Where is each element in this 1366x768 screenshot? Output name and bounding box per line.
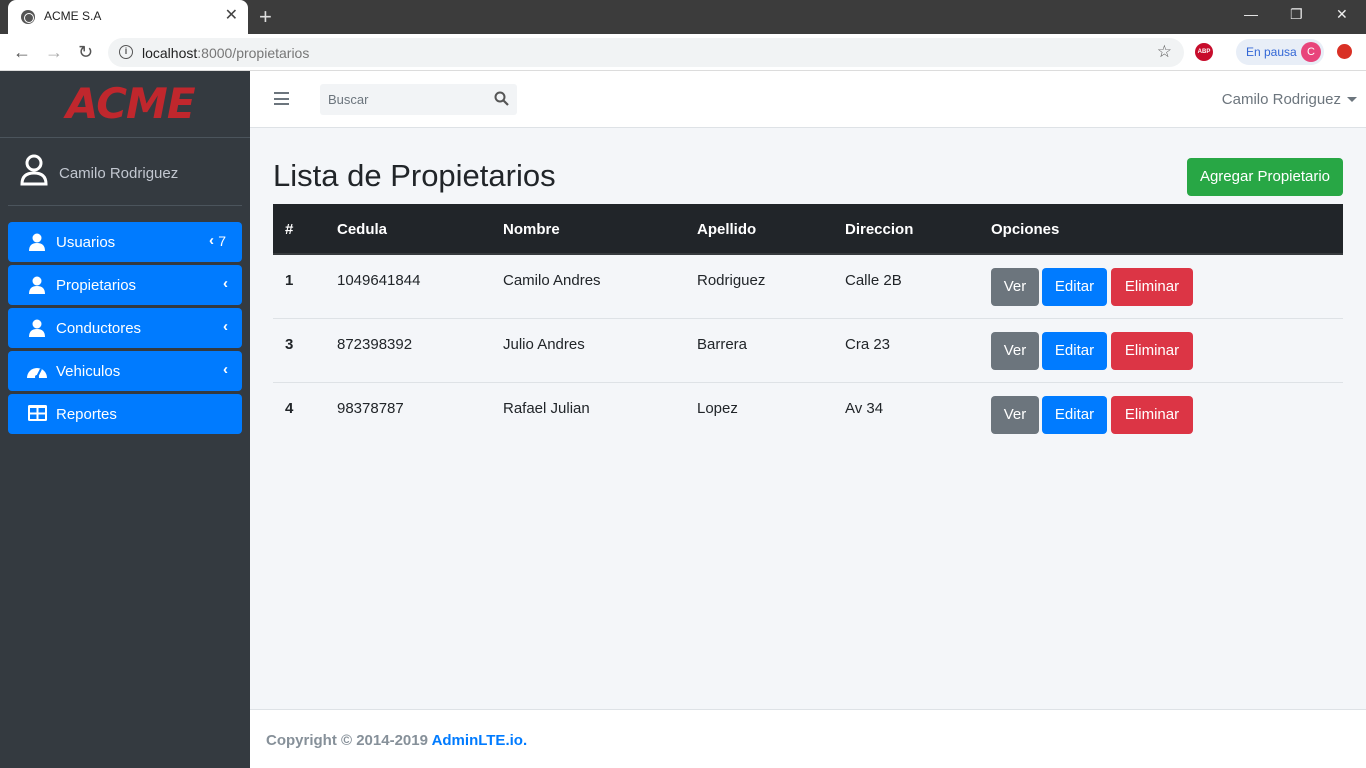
owners-table: # Cedula Nombre Apellido Direccion Opcio… bbox=[273, 204, 1343, 447]
tachometer-icon bbox=[27, 368, 47, 379]
restore-icon[interactable]: ❐ bbox=[1290, 6, 1303, 23]
search-icon[interactable] bbox=[494, 91, 509, 106]
browser-toolbar: ← → ↻ i localhost:8000/propietarios ☆ bbox=[0, 34, 1366, 71]
user-panel[interactable]: Camilo Rodriguez bbox=[8, 139, 242, 206]
chevron-left-icon: ‹ bbox=[223, 361, 228, 378]
sidebar-item-conductores[interactable]: Conductores ‹ bbox=[8, 308, 242, 348]
cell-id: 3 bbox=[285, 336, 294, 353]
column-header: Apellido bbox=[697, 221, 757, 238]
sidebar-item-usuarios[interactable]: Usuarios ‹ 7 bbox=[8, 222, 242, 262]
window-close-icon[interactable]: ✕ bbox=[1336, 6, 1348, 23]
sidebar-item-label: Vehiculos bbox=[56, 363, 121, 380]
footer-link[interactable]: AdminLTE.io. bbox=[432, 732, 528, 749]
cell-id: 1 bbox=[285, 272, 294, 289]
menu-toggle-icon[interactable] bbox=[274, 92, 289, 105]
tab-title: ACME S.A bbox=[44, 9, 102, 23]
sidebar: ACME Camilo Rodriguez Usuarios ‹ 7 Propi… bbox=[0, 71, 250, 768]
sidebar-item-label: Propietarios bbox=[56, 277, 137, 294]
user-outline-icon bbox=[20, 154, 48, 186]
cell-direccion: Cra 23 bbox=[845, 336, 891, 353]
cell-apellido: Lopez bbox=[697, 400, 738, 417]
profile-button[interactable]: En pausa C bbox=[1236, 39, 1324, 65]
edit-button[interactable]: Editar bbox=[1042, 268, 1107, 306]
sidebar-item-label: Usuarios bbox=[56, 234, 116, 251]
view-button[interactable]: Ver bbox=[991, 268, 1039, 306]
browser-tab-strip: ACME S.A ✕ + — ❐ ✕ bbox=[0, 0, 1366, 34]
table-row: 3 872398392 Julio Andres Barrera Cra 23 … bbox=[273, 319, 1343, 383]
cell-id: 4 bbox=[285, 400, 294, 417]
add-owner-button[interactable]: Agregar Propietario bbox=[1187, 158, 1343, 196]
cell-direccion: Calle 2B bbox=[845, 272, 902, 289]
sidebar-item-propietarios[interactable]: Propietarios ‹ bbox=[8, 265, 242, 305]
cell-nombre: Rafael Julian bbox=[503, 400, 590, 417]
brand-logo: ACME bbox=[66, 79, 196, 128]
browser-tab[interactable]: ACME S.A ✕ bbox=[8, 0, 248, 34]
cell-apellido: Barrera bbox=[697, 336, 748, 353]
search-input[interactable]: Buscar bbox=[320, 84, 517, 115]
table-icon bbox=[28, 405, 47, 421]
chevron-left-icon: ‹ bbox=[223, 275, 228, 292]
edit-button[interactable]: Editar bbox=[1042, 396, 1107, 434]
minimize-icon[interactable]: — bbox=[1244, 6, 1258, 22]
sidebar-item-label: Conductores bbox=[56, 320, 142, 337]
footer-text: Copyright © 2014-2019 AdminLTE.io. bbox=[266, 732, 527, 749]
profile-status: En pausa bbox=[1246, 45, 1297, 59]
view-button[interactable]: Ver bbox=[991, 332, 1039, 370]
brand-link[interactable]: ACME bbox=[0, 71, 250, 138]
cell-nombre: Camilo Andres bbox=[503, 272, 601, 289]
column-header: Direccion bbox=[845, 221, 914, 238]
footer: Copyright © 2014-2019 AdminLTE.io. bbox=[250, 709, 1366, 768]
count-badge: 7 bbox=[218, 233, 226, 249]
bookmark-star-icon[interactable]: ☆ bbox=[1157, 42, 1172, 62]
sidebar-item-reportes[interactable]: Reportes bbox=[8, 394, 242, 434]
sidebar-user-name: Camilo Rodriguez bbox=[59, 165, 179, 182]
user-icon bbox=[29, 276, 45, 294]
sidebar-item-label: Reportes bbox=[56, 406, 117, 423]
extension-icon[interactable] bbox=[1337, 44, 1352, 59]
cell-apellido: Rodriguez bbox=[697, 272, 766, 289]
cell-cedula: 872398392 bbox=[337, 336, 413, 353]
column-header: Cedula bbox=[337, 221, 388, 238]
user-icon bbox=[29, 233, 45, 251]
table-row: 4 98378787 Rafael Julian Lopez Av 34 Ver… bbox=[273, 383, 1343, 447]
cell-cedula: 1049641844 bbox=[337, 272, 421, 289]
edit-button[interactable]: Editar bbox=[1042, 332, 1107, 370]
delete-button[interactable]: Eliminar bbox=[1111, 268, 1193, 306]
cell-direccion: Av 34 bbox=[845, 400, 884, 417]
tab-close-icon[interactable]: ✕ bbox=[225, 7, 238, 25]
back-icon[interactable]: ← bbox=[13, 42, 31, 62]
page-title: Lista de Propietarios bbox=[273, 158, 556, 193]
address-bar[interactable]: i localhost:8000/propietarios ☆ bbox=[108, 38, 1184, 67]
table-row: 1 1049641844 Camilo Andres Rodriguez Cal… bbox=[273, 255, 1343, 319]
user-icon bbox=[29, 319, 45, 337]
search-placeholder: Buscar bbox=[328, 92, 369, 107]
sidebar-item-vehiculos[interactable]: Vehiculos ‹ bbox=[8, 351, 242, 391]
forward-icon[interactable]: → bbox=[45, 42, 63, 62]
url-text: localhost:8000/propietarios bbox=[142, 45, 309, 61]
new-tab-button[interactable]: + bbox=[259, 5, 272, 29]
cell-nombre: Julio Andres bbox=[503, 336, 585, 353]
adblock-icon[interactable]: ABP bbox=[1195, 43, 1213, 61]
url-path: :8000/propietarios bbox=[197, 45, 310, 61]
user-dropdown[interactable]: Camilo Rodriguez bbox=[1222, 91, 1358, 108]
info-icon[interactable]: i bbox=[119, 45, 133, 59]
delete-button[interactable]: Eliminar bbox=[1111, 332, 1193, 370]
view-button[interactable]: Ver bbox=[991, 396, 1039, 434]
top-navbar: Buscar Camilo Rodriguez bbox=[250, 71, 1366, 128]
delete-button[interactable]: Eliminar bbox=[1111, 396, 1193, 434]
column-header: # bbox=[285, 221, 294, 238]
column-header: Opciones bbox=[991, 221, 1060, 238]
globe-icon bbox=[21, 10, 35, 24]
chevron-left-icon: ‹ bbox=[209, 232, 214, 249]
reload-icon[interactable]: ↻ bbox=[78, 42, 93, 62]
url-host: localhost bbox=[142, 45, 198, 61]
cell-cedula: 98378787 bbox=[337, 400, 404, 417]
copyright-text: Copyright © 2014-2019 bbox=[266, 732, 432, 749]
column-header: Nombre bbox=[503, 221, 560, 238]
profile-avatar: C bbox=[1301, 42, 1321, 62]
table-header: # Cedula Nombre Apellido Direccion Opcio… bbox=[273, 204, 1343, 255]
chevron-left-icon: ‹ bbox=[223, 318, 228, 335]
